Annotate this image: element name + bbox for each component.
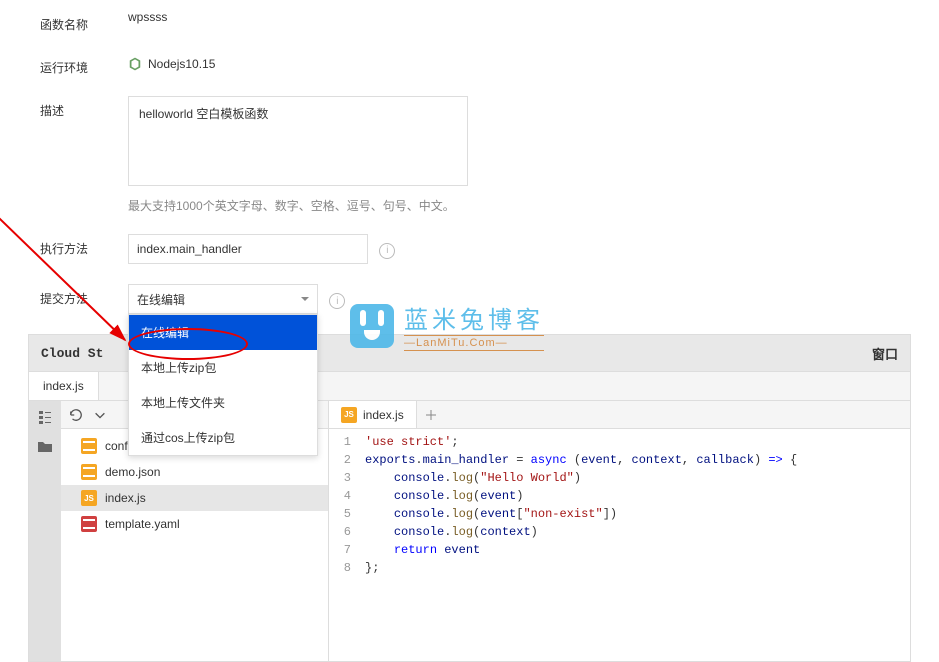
code-content[interactable]: 'use strict';exports.main_handler = asyn… bbox=[357, 429, 910, 661]
line-gutter: 12345678 bbox=[329, 429, 357, 661]
file-name: template.yaml bbox=[105, 517, 180, 531]
fn-name-label: 函数名称 bbox=[40, 10, 128, 33]
runtime-value: Nodejs10.15 bbox=[148, 57, 215, 71]
tree-icon[interactable] bbox=[37, 409, 53, 425]
nodejs-icon bbox=[128, 57, 142, 71]
editor-title: Cloud St bbox=[41, 346, 103, 361]
file-item[interactable]: JS index.js bbox=[61, 485, 328, 511]
description-textarea[interactable]: helloworld 空白模板函数 bbox=[128, 96, 468, 186]
add-tab-button[interactable] bbox=[417, 401, 445, 428]
runtime-label: 运行环境 bbox=[40, 53, 128, 76]
yaml-icon bbox=[81, 516, 97, 532]
handler-label: 执行方法 bbox=[40, 234, 128, 257]
fn-name-value: wpssss bbox=[128, 10, 899, 24]
sub-tab[interactable]: index.js bbox=[29, 372, 99, 400]
editor-title-right: 窗口 bbox=[872, 344, 898, 363]
dropdown-item[interactable]: 通过cos上传zip包 bbox=[129, 420, 317, 455]
file-name: index.js bbox=[105, 491, 146, 505]
file-item[interactable]: demo.json bbox=[61, 459, 328, 485]
json-icon bbox=[81, 464, 97, 480]
js-icon: JS bbox=[341, 407, 357, 423]
code-tab-label: index.js bbox=[363, 408, 404, 422]
code-tab[interactable]: JS index.js bbox=[329, 401, 417, 428]
dropdown-item[interactable]: 本地上传zip包 bbox=[129, 350, 317, 385]
chevron-down-icon[interactable] bbox=[93, 408, 107, 422]
folder-icon[interactable] bbox=[37, 439, 53, 455]
desc-hint: 最大支持1000个英文字母、数字、空格、逗号、句号、中文。 bbox=[128, 197, 899, 214]
desc-label: 描述 bbox=[40, 96, 128, 119]
info-icon[interactable]: i bbox=[329, 293, 345, 309]
submit-method-select[interactable]: 在线编辑 bbox=[128, 284, 318, 314]
info-icon[interactable]: i bbox=[379, 243, 395, 259]
submit-method-dropdown: 在线编辑本地上传zip包本地上传文件夹通过cos上传zip包 bbox=[128, 314, 318, 456]
dropdown-item[interactable]: 在线编辑 bbox=[129, 315, 317, 350]
handler-input[interactable] bbox=[128, 234, 368, 264]
file-name: demo.json bbox=[105, 465, 160, 479]
refresh-icon[interactable] bbox=[69, 408, 83, 422]
submit-method-label: 提交方法 bbox=[40, 284, 128, 307]
json-icon bbox=[81, 438, 97, 454]
js-icon: JS bbox=[81, 490, 97, 506]
file-item[interactable]: template.yaml bbox=[61, 511, 328, 537]
dropdown-item[interactable]: 本地上传文件夹 bbox=[129, 385, 317, 420]
